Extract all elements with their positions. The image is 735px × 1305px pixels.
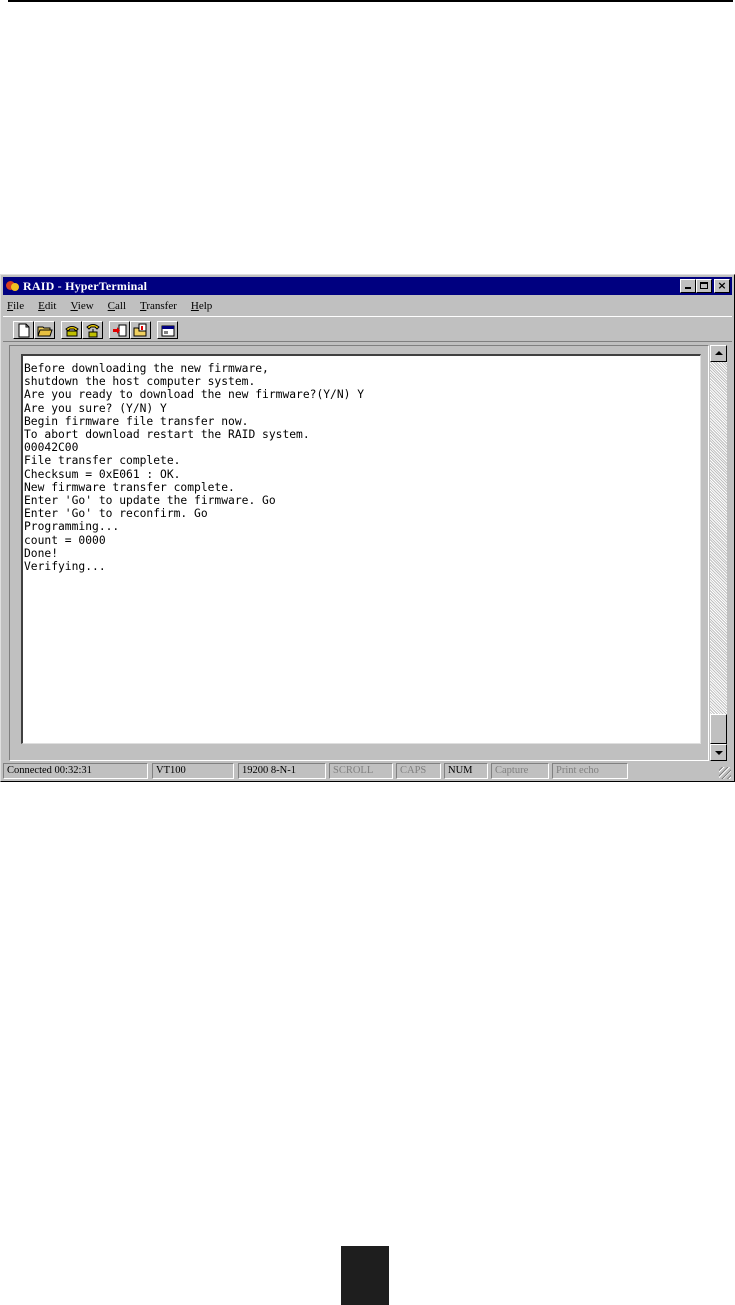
scroll-down-button[interactable]	[710, 744, 727, 761]
terminal-line: 00042C00	[24, 441, 79, 455]
status-caps: CAPS	[396, 763, 441, 779]
window-controls: ×	[680, 279, 730, 293]
terminal-line: New firmware transfer complete.	[24, 480, 235, 494]
terminal-client-area: Before downloading the new firmware, shu…	[9, 345, 709, 761]
hyperterminal-window: RAID - HyperTerminal × File Edit View Ca…	[0, 274, 735, 782]
maximize-icon	[700, 282, 708, 289]
status-settings: 19200 8-N-1	[238, 763, 326, 779]
close-button[interactable]: ×	[714, 279, 730, 293]
resize-grip[interactable]	[719, 767, 731, 779]
terminal-line: File transfer complete.	[24, 454, 181, 468]
menu-view[interactable]: View	[68, 300, 95, 312]
terminal-line: Done!	[24, 546, 59, 560]
arrow-up-icon	[715, 351, 723, 355]
menu-bar: File Edit View Call Transfer Help	[5, 297, 224, 315]
terminal-line: Are you sure? (Y/N) Y	[24, 401, 167, 415]
menu-edit[interactable]: Edit	[36, 300, 58, 312]
minimize-button[interactable]	[680, 279, 696, 293]
open-button[interactable]	[34, 321, 55, 339]
close-icon: ×	[717, 279, 727, 292]
terminal-line: To abort download restart the RAID syste…	[24, 428, 310, 442]
terminal-screen[interactable]: Before downloading the new firmware, shu…	[21, 354, 701, 744]
terminal-line: count = 0000	[24, 533, 106, 547]
status-capture: Capture	[491, 763, 549, 779]
menu-file[interactable]: File	[5, 300, 26, 312]
menu-help[interactable]: Help	[189, 300, 214, 312]
terminal-line: Are you ready to download the new firmwa…	[24, 388, 365, 402]
receive-file-icon	[133, 323, 147, 337]
minimize-icon	[685, 287, 691, 289]
status-emulation: VT100	[152, 763, 234, 779]
arrow-down-icon	[715, 751, 723, 755]
terminal-line: Programming...	[24, 520, 120, 534]
terminal-line: Before downloading the new firmware,	[24, 362, 269, 375]
send-button[interactable]	[109, 321, 130, 339]
connect-phone-icon	[65, 326, 79, 337]
scroll-thumb[interactable]	[710, 714, 727, 744]
properties-button[interactable]	[157, 321, 178, 339]
toolbar	[3, 316, 732, 342]
terminal-line: Verifying...	[24, 560, 106, 574]
terminal-line: Checksum = 0xE061 : OK.	[24, 467, 181, 481]
menu-call[interactable]: Call	[106, 300, 128, 312]
status-bar: Connected 00:32:31 VT100 19200 8-N-1 SCR…	[3, 762, 732, 780]
status-scroll: SCROLL	[329, 763, 393, 779]
new-connection-button[interactable]	[13, 321, 34, 339]
properties-icon	[161, 325, 175, 337]
terminal-line: Enter 'Go' to update the firmware. Go	[24, 494, 276, 508]
maximize-button[interactable]	[696, 279, 712, 293]
terminal-line: Begin firmware file transfer now.	[24, 414, 249, 428]
vertical-scrollbar[interactable]	[710, 345, 727, 761]
page-marker-block	[341, 1246, 389, 1305]
connect-button[interactable]	[61, 321, 82, 339]
status-connected: Connected 00:32:31	[3, 763, 148, 779]
scroll-up-button[interactable]	[710, 345, 727, 362]
title-bar[interactable]: RAID - HyperTerminal ×	[3, 277, 732, 295]
terminal-line: shutdown the host computer system.	[24, 375, 256, 389]
receive-button[interactable]	[130, 321, 151, 339]
status-num: NUM	[444, 763, 488, 779]
new-document-icon	[18, 323, 30, 338]
disconnect-button[interactable]	[82, 321, 103, 339]
open-folder-icon	[37, 326, 53, 337]
disconnect-phone-icon	[86, 324, 100, 338]
send-file-icon	[113, 324, 127, 337]
window-title: RAID - HyperTerminal	[23, 278, 148, 293]
hyperterminal-app-icon[interactable]	[6, 279, 20, 293]
status-print-echo: Print echo	[552, 763, 628, 779]
menu-transfer[interactable]: Transfer	[138, 300, 179, 312]
page-top-rule	[8, 0, 733, 2]
terminal-line: Enter 'Go' to reconfirm. Go	[24, 507, 208, 521]
